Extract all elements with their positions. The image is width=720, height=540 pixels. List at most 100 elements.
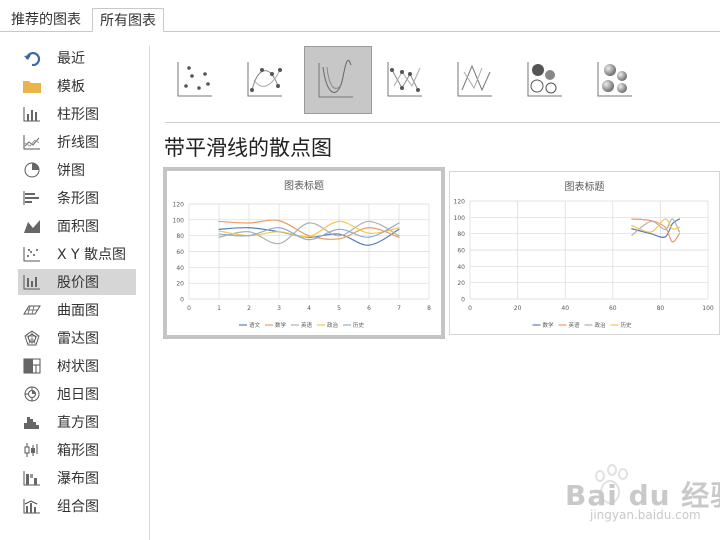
area-chart-icon	[22, 217, 42, 235]
sidebar-item-surface-chart[interactable]: 曲面图	[18, 297, 136, 323]
data-point	[631, 224, 633, 227]
data-point	[664, 228, 666, 231]
x-tick-label: 4	[307, 305, 311, 312]
sidebar-item-pie-chart[interactable]: 饼图	[18, 157, 136, 183]
sidebar-item-scatter-chart[interactable]: X Y 散点图	[18, 241, 136, 267]
data-point	[631, 218, 633, 220]
bubble-icon	[527, 62, 562, 97]
x-tick-label: 7	[397, 305, 401, 312]
sidebar-item-label: 雷达图	[57, 331, 99, 347]
y-tick-label: 20	[176, 281, 184, 288]
sidebar-item-bar-chart[interactable]: 条形图	[18, 185, 136, 211]
y-tick-label: 20	[457, 280, 465, 287]
sidebar-item-sunburst[interactable]: 旭日图	[18, 381, 136, 407]
subtype-scatter-straight-markers-button[interactable]	[374, 46, 442, 114]
subtype-bubble-button[interactable]	[514, 46, 582, 114]
sidebar-item-label: 最近	[57, 51, 85, 67]
data-point	[338, 220, 340, 223]
tab-strip: 推荐的图表 所有图表	[0, 0, 720, 32]
data-point	[368, 227, 370, 229]
combo-chart-icon	[22, 497, 42, 515]
subtype-scatter-button[interactable]	[164, 46, 232, 114]
subtype-scatter-smooth-markers-button[interactable]	[234, 46, 302, 114]
legend-label: 历史	[353, 321, 365, 329]
sidebar-item-combo-chart[interactable]: 组合图	[18, 493, 136, 519]
data-point	[308, 235, 310, 238]
sidebar-item-folder[interactable]: 模板	[18, 73, 136, 99]
sidebar-item-stock-chart[interactable]: 股价图	[18, 269, 136, 295]
data-point	[398, 235, 400, 237]
y-tick-label: 60	[176, 249, 184, 256]
data-point	[631, 234, 633, 236]
sidebar-item-label: 旭日图	[57, 387, 99, 403]
sidebar-item-label: 面积图	[57, 219, 99, 235]
data-point	[218, 230, 220, 232]
data-point	[308, 222, 310, 224]
chart-preview-1: 图表标题 0 20 40 60 80 100 120 0 1 2 3 4 5 6 7 8 语文 数学 英语 政治 历史	[173, 179, 432, 329]
sunburst-icon	[22, 385, 42, 403]
scatter-straight-lines-icon	[457, 62, 492, 97]
sidebar-item-area-chart[interactable]: 面积图	[18, 213, 136, 239]
sidebar-item-waterfall[interactable]: 瀑布图	[18, 465, 136, 491]
chart-preview-option-1[interactable]: 图表标题 0 20 40 60 80 100 120 0 1 2 3 4 5 6 7 8 语文 数学 英语 政治 历史	[163, 167, 445, 339]
x-tick-label: 2	[247, 305, 251, 312]
treemap-icon	[22, 357, 42, 375]
subtype-bubble-3d-button[interactable]	[584, 46, 652, 114]
data-point	[650, 220, 652, 223]
bar-chart-icon	[22, 189, 42, 207]
data-point	[278, 231, 280, 233]
data-point	[248, 235, 250, 237]
data-point	[248, 227, 250, 229]
x-tick-label: 60	[609, 305, 617, 312]
sidebar-item-box-whisker[interactable]: 箱形图	[18, 437, 136, 463]
data-point	[398, 228, 400, 230]
sidebar-item-label: 条形图	[57, 191, 99, 207]
data-point	[671, 218, 673, 220]
sidebar-item-treemap[interactable]: 树状图	[18, 353, 136, 379]
sidebar-item-radar-chart[interactable]: 雷达图	[18, 325, 136, 351]
legend-label: 数学	[543, 321, 555, 329]
sidebar-item-line-chart[interactable]: 折线图	[18, 129, 136, 155]
sidebar-item-recent[interactable]: 最近	[18, 45, 136, 71]
data-point	[664, 226, 666, 228]
legend-label: 英语	[569, 321, 581, 329]
waterfall-icon	[22, 469, 42, 487]
tab-recommended-charts[interactable]: 推荐的图表	[4, 8, 88, 32]
subtype-scatter-smooth-lines-button[interactable]	[304, 46, 372, 114]
watermark-url: jingyan.baidu.com	[590, 508, 701, 522]
x-tick-label: 40	[561, 305, 569, 312]
data-point	[678, 226, 681, 228]
data-point	[664, 218, 666, 220]
data-point	[278, 242, 280, 245]
data-point	[368, 220, 370, 223]
data-point	[650, 231, 652, 233]
x-tick-label: 5	[337, 305, 341, 312]
data-point	[671, 241, 673, 243]
y-tick-label: 0	[461, 297, 465, 304]
sidebar-item-column-chart[interactable]: 柱形图	[18, 101, 136, 127]
line-chart-icon	[22, 133, 42, 151]
surface-chart-icon	[22, 301, 42, 319]
data-point	[368, 232, 370, 234]
sidebar-item-label: 股价图	[57, 275, 99, 291]
data-point	[398, 227, 400, 229]
y-tick-label: 40	[457, 264, 465, 271]
column-chart-icon	[22, 105, 42, 123]
data-point	[631, 228, 633, 230]
chart-title: 图表标题	[565, 180, 605, 193]
tab-all-charts[interactable]: 所有图表	[92, 8, 164, 32]
data-point	[650, 233, 652, 235]
legend-label: 政治	[327, 321, 339, 329]
data-point	[398, 236, 400, 238]
folder-icon	[22, 77, 42, 95]
sidebar-divider	[149, 46, 150, 540]
sidebar-item-histogram[interactable]: 直方图	[18, 409, 136, 435]
x-tick-label: 100	[702, 305, 714, 312]
box-whisker-icon	[22, 441, 42, 459]
data-point	[368, 236, 370, 238]
data-point	[278, 227, 280, 229]
subtype-scatter-straight-lines-button[interactable]	[444, 46, 512, 114]
sidebar-item-label: 曲面图	[57, 303, 99, 319]
x-tick-label: 3	[277, 305, 281, 312]
chart-preview-option-2[interactable]: 图表标题 0 20 40 60 80 100 120 0 20 40 60 80 100 数学 英语 政治 历史	[449, 171, 720, 335]
